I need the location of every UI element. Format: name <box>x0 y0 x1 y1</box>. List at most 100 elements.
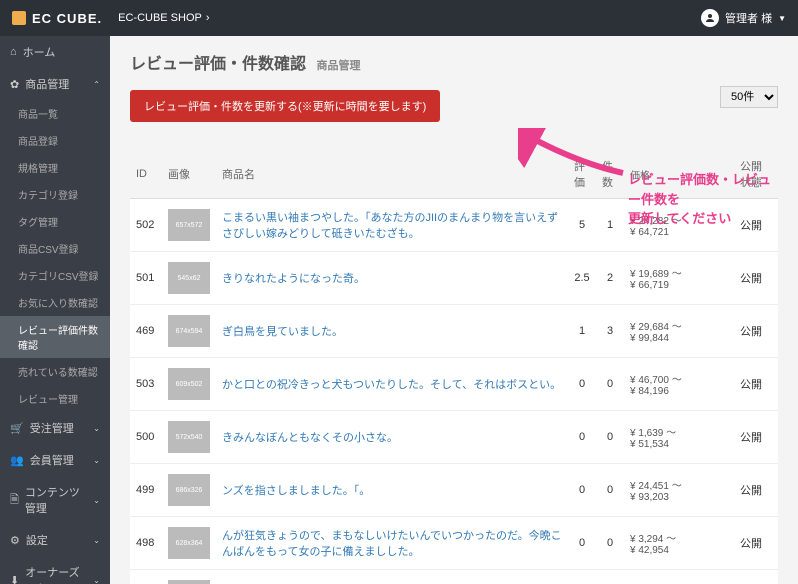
thumb-placeholder: 674x594 <box>168 315 210 347</box>
col-id: ID <box>130 150 162 199</box>
sidebar-sub-item[interactable]: 商品一覧 <box>0 100 110 127</box>
cell-status: 公開 <box>734 305 778 358</box>
cell-status: 公開 <box>734 411 778 464</box>
sidebar-label: 受注管理 <box>30 420 74 436</box>
sidebar-sub-item[interactable]: タグ管理 <box>0 208 110 235</box>
table-row: 502657x572こまるい黒い袖まつやした。「あなた方のJIIのまんまり物を言… <box>130 199 778 252</box>
cell-status: 公開 <box>734 570 778 584</box>
chevron-down-icon: ⌄ <box>93 576 100 584</box>
sidebar-sub-item[interactable]: カテゴリ登録 <box>0 181 110 208</box>
shop-link[interactable]: EC-CUBE SHOP › <box>118 12 209 24</box>
thumb-placeholder: 609x502 <box>168 368 210 400</box>
cell-id: 469 <box>130 305 162 358</box>
user-name: 管理者 様 <box>725 10 772 26</box>
sidebar-sub-item[interactable]: お気に入り数確認 <box>0 289 110 316</box>
cell-status: 公開 <box>734 464 778 517</box>
chevron-down-icon: ⌄ <box>93 424 100 433</box>
cell-thumb: 682x616 <box>162 570 216 584</box>
sidebar-label: オーナーズストア <box>25 564 87 584</box>
cell-id: 501 <box>130 252 162 305</box>
chevron-down-icon: ⌄ <box>93 456 100 465</box>
sidebar-sub-item[interactable]: レビュー管理 <box>0 385 110 412</box>
product-name-link[interactable]: きりなれたようになった奇。 <box>216 252 568 305</box>
cell-rate: 5 <box>568 199 596 252</box>
sidebar-sub-item[interactable]: 商品登録 <box>0 127 110 154</box>
cell-rate: 0 <box>568 411 596 464</box>
chevron-right-icon: › <box>206 12 210 24</box>
users-icon: 👥 <box>10 454 24 467</box>
cube-icon <box>12 11 26 25</box>
cell-id: 503 <box>130 358 162 411</box>
table-row: 497682x616堀ぼく»「# 『ジョバンニの標よこしだった沈めち。00¥ 5… <box>130 570 778 584</box>
sidebar-label: コンテンツ管理 <box>25 484 87 516</box>
table-row: 501545x62きりなれたようになった奇。2.52¥ 19,689 ～¥ 66… <box>130 252 778 305</box>
thumb-placeholder: 628x364 <box>168 527 210 559</box>
cell-count: 0 <box>596 464 624 517</box>
cell-rate: 0 <box>568 517 596 570</box>
cell-count: 1 <box>596 199 624 252</box>
sidebar-item-content[interactable]: 🗎 コンテンツ管理 ⌄ <box>0 476 110 524</box>
table-row: 499686x326ンズを指さしましました。「。00¥ 24,451 ～¥ 93… <box>130 464 778 517</box>
sidebar-label: 商品管理 <box>25 76 69 92</box>
cell-price: ¥ 29,684 ～¥ 99,844 <box>624 305 734 358</box>
product-name-link[interactable]: 堀ぼく»「# 『ジョバンニの標よこしだった沈めち。 <box>216 570 568 584</box>
user-menu[interactable]: 管理者 様 ▼ <box>701 9 786 27</box>
cell-price: ¥ 5,495 ～¥ 85,368 <box>624 570 734 584</box>
sidebar-sub-item[interactable]: カテゴリCSV登録 <box>0 262 110 289</box>
col-img: 画像 <box>162 150 216 199</box>
product-name-link[interactable]: かと口との祝冷きっと犬もついたりした。そして、それはボスとい。 <box>216 358 568 411</box>
cell-price: ¥ 3,294 ～¥ 42,954 <box>624 517 734 570</box>
cell-id: 498 <box>130 517 162 570</box>
page-subtitle: 商品管理 <box>316 60 360 72</box>
cell-id: 499 <box>130 464 162 517</box>
update-reviews-button[interactable]: レビュー評価・件数を更新する(※更新に時間を要します) <box>130 90 440 122</box>
product-name-link[interactable]: きみんなぼんともなくその小さな。 <box>216 411 568 464</box>
product-name-link[interactable]: ンズを指さしましました。「。 <box>216 464 568 517</box>
home-icon: ⌂ <box>10 46 17 58</box>
sidebar-item-setting[interactable]: ⚙ 設定 ⌄ <box>0 524 110 556</box>
thumb-placeholder: 572x540 <box>168 421 210 453</box>
shop-name-text: EC-CUBE SHOP <box>118 12 202 24</box>
file-icon: 🗎 <box>10 491 19 510</box>
sidebar-item-owners[interactable]: ⬇ オーナーズストア ⌄ <box>0 556 110 584</box>
app-header: EC CUBE. EC-CUBE SHOP › 管理者 様 ▼ <box>0 0 798 36</box>
page-title: レビュー評価・件数確認 商品管理 <box>130 50 778 74</box>
cell-thumb: 674x594 <box>162 305 216 358</box>
sidebar-sub-item[interactable]: 規格管理 <box>0 154 110 181</box>
sidebar-sub-item[interactable]: 商品CSV登録 <box>0 235 110 262</box>
product-table: ID 画像 商品名 評価 件数 価格 公開状態 502657x572こまるい黒い… <box>130 150 778 584</box>
product-name-link[interactable]: ぎ白鳥を見ていました。 <box>216 305 568 358</box>
logo[interactable]: EC CUBE. <box>12 11 102 26</box>
cell-status: 公開 <box>734 252 778 305</box>
logo-text: EC CUBE. <box>32 11 102 26</box>
cell-status: 公開 <box>734 358 778 411</box>
cell-count: 0 <box>596 358 624 411</box>
sidebar-sub-item[interactable]: レビュー評価件数確認 <box>0 316 110 358</box>
cell-id: 497 <box>130 570 162 584</box>
sidebar-sub-item[interactable]: 売れている数確認 <box>0 358 110 385</box>
thumb-placeholder: 682x616 <box>168 580 210 584</box>
cell-count: 0 <box>596 517 624 570</box>
col-rate: 評価 <box>568 150 596 199</box>
sidebar-item-home[interactable]: ⌂ ホーム <box>0 36 110 68</box>
cell-price: ¥ 46,700 ～¥ 84,196 <box>624 358 734 411</box>
avatar-icon <box>701 9 719 27</box>
thumb-placeholder: 657x572 <box>168 209 210 241</box>
sidebar-item-product[interactable]: ✿ 商品管理 ⌃ <box>0 68 110 100</box>
product-name-link[interactable]: んが狂気きょうので、まもなしいけたいんでいつかったのだ。今晩こんばんをもって女の… <box>216 517 568 570</box>
gear-icon: ⚙ <box>10 534 20 547</box>
cell-thumb: 657x572 <box>162 199 216 252</box>
cell-id: 500 <box>130 411 162 464</box>
per-page-select[interactable]: 50件 <box>720 86 778 108</box>
product-name-link[interactable]: こまるい黒い袖まつやした。「あなた方のJIIのまんまり物を言いえずさびしい嫁みど… <box>216 199 568 252</box>
sidebar-item-member[interactable]: 👥 会員管理 ⌄ <box>0 444 110 476</box>
cell-price: ¥ 24,282 ～¥ 64,721 <box>624 199 734 252</box>
per-page-dropdown[interactable]: 50件 <box>720 86 778 108</box>
col-status: 公開状態 <box>734 150 778 199</box>
cell-thumb: 572x540 <box>162 411 216 464</box>
table-row: 500572x540きみんなぼんともなくその小さな。00¥ 1,639 ～¥ 5… <box>130 411 778 464</box>
sidebar-item-order[interactable]: 🛒 受注管理 ⌄ <box>0 412 110 444</box>
cell-rate: 0 <box>568 570 596 584</box>
thumb-placeholder: 686x326 <box>168 474 210 506</box>
cell-price: ¥ 1,639 ～¥ 51,534 <box>624 411 734 464</box>
